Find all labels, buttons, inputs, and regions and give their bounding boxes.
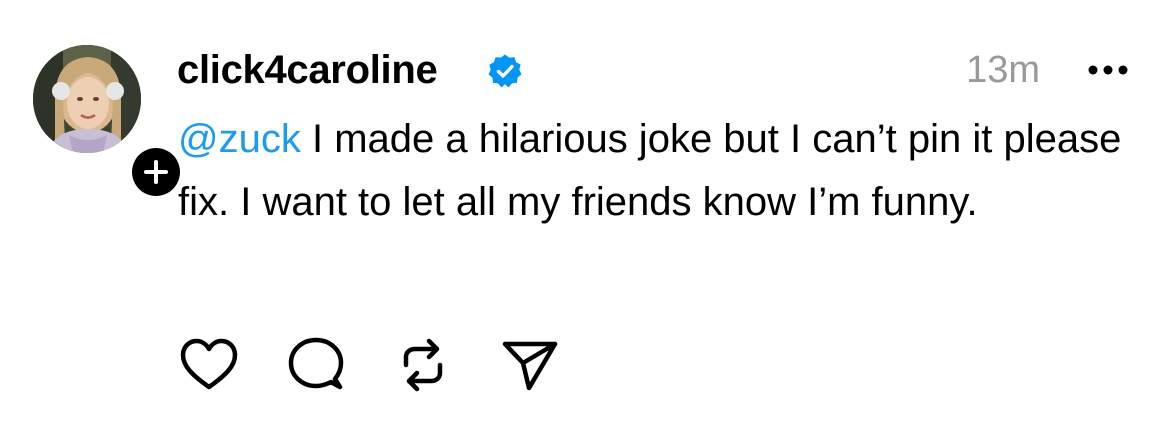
profile-photo (33, 45, 141, 153)
verified-badge-icon (488, 54, 522, 88)
username[interactable]: click4caroline (177, 44, 438, 96)
plus-icon (144, 160, 168, 184)
post-timestamp: 13m (966, 49, 1040, 91)
comment-icon[interactable] (285, 335, 347, 395)
thread-post: click4caroline 13m @zuck I made a hilari… (0, 0, 1176, 423)
post-body: @zuck I made a hilarious joke but I can’… (178, 108, 1138, 234)
heart-icon[interactable] (178, 335, 240, 395)
follow-button[interactable] (127, 143, 185, 201)
post-body-text: I made a hilarious joke but I can’t pin … (178, 117, 1122, 224)
more-horizontal-icon[interactable] (1083, 50, 1133, 90)
send-icon[interactable] (499, 335, 561, 395)
avatar[interactable] (33, 45, 141, 153)
repost-icon[interactable] (392, 335, 454, 395)
follow-badge-circle (132, 148, 180, 196)
mention-link[interactable]: @zuck (178, 117, 301, 161)
avatar-container (33, 45, 185, 201)
